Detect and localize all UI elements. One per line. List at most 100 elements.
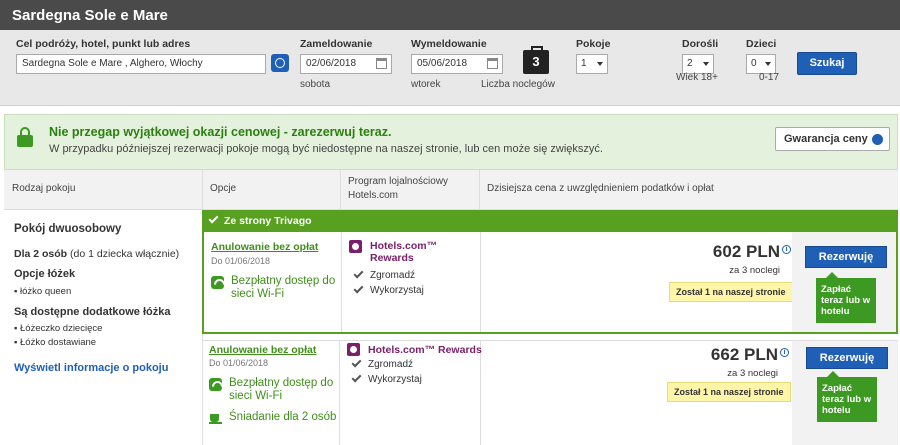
free-cancellation-link[interactable]: Anulowanie bez opłat — [211, 241, 318, 253]
adults-note: Wiek 18+ — [676, 72, 718, 83]
book-button[interactable]: Rezerwuję — [805, 246, 887, 268]
nights-label: Liczba noclegów — [481, 79, 555, 90]
info-icon[interactable]: i — [780, 348, 789, 357]
destination-input[interactable]: Sardegna Sole e Mare , Alghero, Włochy — [16, 54, 266, 74]
trivago-banner: Ze strony Trivago — [202, 210, 898, 232]
column-divider — [480, 232, 481, 332]
room-occupancy: Dla 2 osób (do 1 dziecka włącznie) — [14, 248, 179, 260]
breakfast-icon — [209, 411, 222, 424]
occupancy-detail: (do 1 dziecka włącznie) — [67, 248, 180, 260]
beds-heading: Opcje łóżek — [14, 268, 76, 280]
rewards-collect: Zgromadź — [351, 357, 414, 370]
pay-options-tip: Zapłać teraz lub w hotelu — [817, 371, 877, 422]
feature-wifi: Bezpłatny dostęp do sieci Wi-Fi — [229, 377, 334, 402]
destination-label: Cel podróży, hotel, punkt lub adres — [16, 38, 191, 50]
price-guarantee-button[interactable]: Gwarancja ceny — [775, 127, 890, 151]
cancellation-date: Do 01/06/2018 — [209, 358, 269, 368]
checkin-day: sobota — [300, 79, 331, 90]
calendar-icon[interactable] — [487, 58, 498, 69]
bed-option: ▪ łóżko queen — [14, 286, 72, 297]
chevron-down-icon — [703, 62, 709, 66]
banner-label: Ze strony Trivago — [224, 215, 312, 227]
rewards-collect: Zgromadź — [353, 268, 416, 281]
check-icon — [208, 213, 219, 224]
rewards-redeem-label: Wykorzystaj — [368, 374, 422, 385]
check-icon — [351, 372, 362, 383]
promo-box: Nie przegap wyjątkowej okazji cenowej - … — [4, 114, 898, 170]
book-column: Rezerwuję Zapłać teraz lub w hotelu — [792, 341, 898, 445]
checkout-input[interactable]: 05/06/2018 — [411, 54, 503, 74]
availability-badge: Został 1 na naszej stronie — [669, 282, 793, 302]
table-header: Rodzaj pokoju Opcje Program lojalnościow… — [4, 170, 898, 210]
calendar-icon[interactable] — [376, 58, 387, 69]
offer-row: Anulowanie bez opłat Do 01/06/2018 Bezpł… — [202, 340, 898, 445]
checkin-value: 02/06/2018 — [306, 58, 357, 69]
info-icon[interactable]: i — [782, 245, 791, 254]
wifi-icon — [211, 276, 224, 289]
hotel-title: Sardegna Sole e Mare — [0, 0, 900, 30]
checkout-day: wtorek — [411, 79, 441, 90]
rooms-select[interactable]: 1 — [576, 54, 608, 74]
promo-title: Nie przegap wyjątkowej okazji cenowej - … — [49, 125, 392, 139]
bed-option-label: łóżko queen — [20, 286, 72, 297]
extra-beds-heading: Są dostępne dodatkowe łóżka — [14, 306, 171, 318]
feature-wifi: Bezpłatny dostęp do sieci Wi-Fi — [231, 275, 336, 300]
column-divider — [340, 170, 341, 210]
extra-bed-label: Łóżeczko dziecięce — [20, 323, 103, 334]
nights-count: 3 — [523, 46, 549, 74]
extra-bed: ▪ Łóżeczko dziecięce — [14, 323, 103, 334]
offer-price: 662 PLN — [710, 345, 778, 364]
pay-options-tip: Zapłać teraz lub w hotelu — [816, 272, 876, 323]
book-button[interactable]: Rezerwuję — [806, 347, 888, 369]
header-room-type: Rodzaj pokoju — [12, 183, 76, 194]
rooms-label: Pokoje — [576, 38, 611, 50]
rewards-name: Hotels.com™ Rewards — [368, 344, 482, 356]
room-info-link[interactable]: Wyświetl informacje o pokoju — [14, 362, 168, 374]
locate-icon[interactable] — [271, 54, 289, 72]
book-column: Rezerwuję Zapłać teraz lub w hotelu — [792, 232, 896, 332]
occupancy-count: Dla 2 osób — [14, 248, 68, 260]
adults-select[interactable]: 2 — [682, 54, 714, 74]
availability-badge: Został 1 na naszej stronie — [667, 382, 791, 402]
rewards-collect-label: Zgromadź — [370, 270, 416, 281]
children-label: Dzieci — [746, 38, 777, 50]
offer-row: Anulowanie bez opłat Do 01/06/2018 Bezpł… — [202, 232, 898, 334]
room-info: Pokój dwuosobowy Dla 2 osób (do 1 dzieck… — [4, 210, 202, 445]
promo-text: W przypadku późniejszej rezerwacji pokoj… — [49, 143, 603, 155]
checkin-label: Zameldowanie — [300, 38, 373, 50]
adults-label: Dorośli — [682, 38, 719, 50]
price-nights: za 3 noclegi — [729, 265, 780, 276]
header-loyalty-line2: Hotels.com — [348, 190, 399, 201]
extra-bed-label: Łóżko dostawiane — [20, 337, 97, 348]
header-loyalty-line1: Program lojalnościowy — [348, 176, 449, 187]
feature-breakfast: Śniadanie dla 2 osób — [229, 411, 337, 423]
search-header: Sardegna Sole e Mare Cel podróży, hotel,… — [0, 0, 900, 106]
column-divider — [480, 341, 481, 445]
check-icon — [353, 283, 364, 294]
checkout-value: 05/06/2018 — [417, 58, 468, 69]
wifi-icon — [209, 378, 222, 391]
checkin-input[interactable]: 02/06/2018 — [300, 54, 392, 74]
price-guarantee-label: Gwarancja ceny — [784, 133, 868, 145]
price-nights: za 3 noclegi — [727, 368, 778, 379]
rewards-redeem: Wykorzystaj — [351, 372, 422, 385]
rooms-value: 1 — [581, 58, 587, 69]
info-icon — [872, 134, 883, 145]
free-cancellation-link[interactable]: Anulowanie bez opłat — [209, 344, 316, 356]
rewards-collect-label: Zgromadź — [368, 359, 414, 370]
extra-bed: ▪ Łóżko dostawiane — [14, 337, 97, 348]
adults-value: 2 — [687, 58, 693, 69]
room-name: Pokój dwuosobowy — [14, 223, 122, 235]
children-select[interactable]: 0 — [746, 54, 776, 74]
column-divider — [479, 170, 480, 210]
search-button[interactable]: Szukaj — [797, 52, 857, 75]
hotels-rewards-icon — [349, 240, 362, 253]
lock-icon — [17, 127, 33, 147]
children-note: 0-17 — [759, 72, 780, 83]
header-price: Dzisiejsza cena z uwzględnieniem podatkó… — [487, 183, 714, 194]
checkout-label: Wymeldowanie — [411, 38, 487, 50]
check-icon — [351, 357, 362, 368]
rewards-redeem: Wykorzystaj — [353, 283, 424, 296]
header-options: Opcje — [210, 183, 237, 194]
check-icon — [353, 268, 364, 279]
